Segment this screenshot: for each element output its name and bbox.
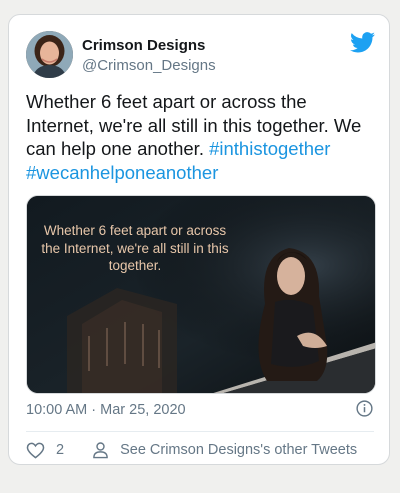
tweet-media[interactable]: Whether 6 feet apart or across the Inter… <box>26 195 376 394</box>
avatar-image <box>26 31 73 78</box>
person-icon <box>93 442 108 459</box>
divider <box>26 431 374 432</box>
author-handle[interactable]: @Crimson_Designs <box>82 57 216 74</box>
tweet-timestamp[interactable]: 10:00 AM · Mar 25, 2020 <box>26 402 186 418</box>
tweet-actions: 2 See Crimson Designs's other Tweets <box>26 439 357 461</box>
hashtag-wecanhelponeanother[interactable]: #wecanhelponeanother <box>26 162 218 183</box>
hashtag-inthistogether[interactable]: #inthistogether <box>209 138 330 159</box>
tweet-text: Whether 6 feet apart or across the Inter… <box>26 90 376 184</box>
tweet-card: Crimson Designs @Crimson_Designs Whether… <box>8 14 390 465</box>
media-caption: Whether 6 feet apart or across the Inter… <box>41 223 229 273</box>
avatar[interactable] <box>26 31 73 78</box>
author-name[interactable]: Crimson Designs <box>82 37 205 54</box>
twitter-bird-icon[interactable] <box>350 32 375 53</box>
heart-icon[interactable] <box>26 442 45 459</box>
info-icon[interactable] <box>356 400 373 417</box>
other-tweets-link[interactable]: See Crimson Designs's other Tweets <box>120 442 357 458</box>
like-count[interactable]: 2 <box>56 442 64 458</box>
